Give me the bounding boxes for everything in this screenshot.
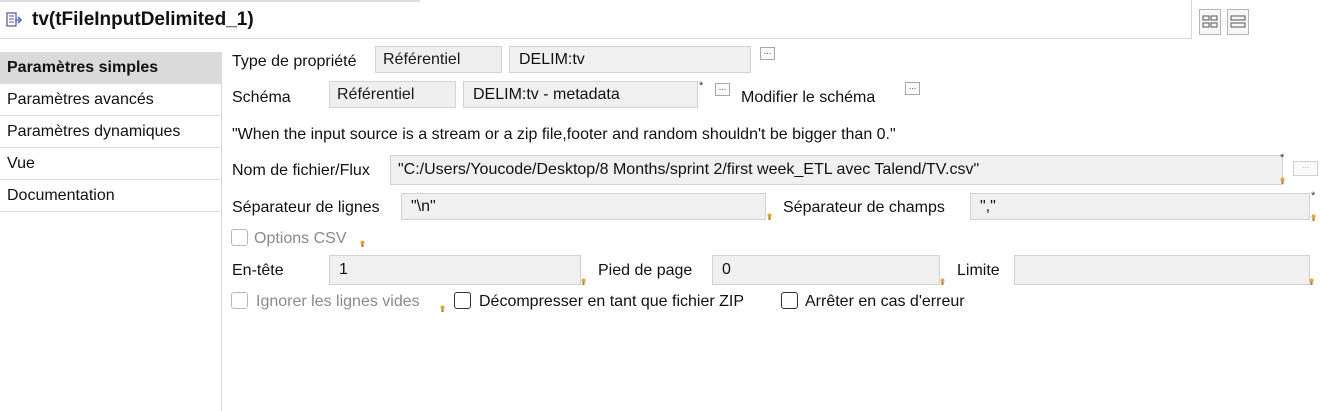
unzip-label: Décompresser en tant que fichier ZIP bbox=[479, 293, 745, 310]
footer-field[interactable]: 0 bbox=[712, 255, 940, 285]
schema-type-select[interactable]: Référentiel bbox=[329, 81, 456, 108]
field-separator-field[interactable]: "," bbox=[970, 193, 1310, 220]
sidebar-item-documentation[interactable]: Documentation bbox=[0, 180, 221, 212]
field-separator-hint-icon bbox=[1311, 214, 1316, 221]
sidebar-item-advanced-settings[interactable]: Paramètres avancés bbox=[0, 84, 221, 116]
grid-layout-button[interactable] bbox=[1199, 9, 1221, 35]
csv-options-checkbox[interactable] bbox=[231, 229, 248, 246]
limit-label: Limite bbox=[957, 262, 1000, 279]
csv-options-label: Options CSV bbox=[254, 230, 347, 247]
schema-type-mode: Référentiel bbox=[337, 86, 415, 103]
limit-hint-icon bbox=[1309, 278, 1314, 285]
component-input-icon bbox=[6, 12, 23, 27]
unzip-checkbox[interactable] bbox=[454, 292, 471, 309]
edit-schema-button[interactable]: ... bbox=[905, 82, 920, 95]
schema-label: Schéma bbox=[232, 89, 291, 106]
limit-field[interactable] bbox=[1014, 255, 1310, 285]
sidebar-item-dynamic-settings[interactable]: Paramètres dynamiques bbox=[0, 116, 221, 148]
skip-empty-rows-hint-icon bbox=[440, 305, 445, 312]
filename-label: Nom de fichier/Flux bbox=[232, 162, 370, 179]
list-layout-button[interactable] bbox=[1227, 9, 1249, 35]
header-field[interactable]: 1 bbox=[329, 255, 581, 285]
property-type-select[interactable]: Référentiel bbox=[375, 46, 502, 73]
settings-sidebar: Paramètres simples Paramètres avancés Pa… bbox=[0, 52, 222, 411]
csv-options-hint-icon bbox=[360, 240, 365, 247]
field-separator-label: Séparateur de champs bbox=[783, 199, 945, 216]
filename-required-mark: * bbox=[1280, 152, 1285, 164]
list-layout-icon bbox=[1230, 15, 1246, 28]
property-type-label: Type de propriété bbox=[232, 53, 357, 70]
skip-empty-rows-label: Ignorer les lignes vides bbox=[256, 293, 420, 310]
input-source-note: "When the input source is a stream or a … bbox=[232, 126, 896, 143]
filename-field[interactable]: "C:/Users/Youcode/Desktop/8 Months/sprin… bbox=[390, 155, 1283, 185]
sidebar-item-basic-settings[interactable]: Paramètres simples bbox=[0, 52, 221, 84]
footer-label: Pied de page bbox=[598, 262, 693, 279]
row-separator-field[interactable]: "\n" bbox=[401, 193, 766, 220]
die-on-error-label: Arrêter en cas d'erreur bbox=[805, 293, 965, 310]
header-label: En-tête bbox=[232, 262, 284, 279]
schema-ellipsis-button[interactable]: ... bbox=[715, 83, 730, 96]
skip-empty-rows-checkbox[interactable] bbox=[231, 292, 248, 309]
filename-hint-icon bbox=[1280, 177, 1285, 184]
property-repository-field[interactable]: DELIM:tv bbox=[509, 46, 751, 73]
grid-layout-icon bbox=[1202, 15, 1218, 28]
header-hint-icon bbox=[581, 278, 586, 285]
schema-repository-field[interactable]: DELIM:tv - metadata bbox=[463, 81, 698, 108]
property-ellipsis-button[interactable]: ... bbox=[760, 47, 775, 60]
property-type-mode: Référentiel bbox=[383, 51, 461, 68]
filename-browse-button[interactable]: ... bbox=[1293, 161, 1318, 176]
field-separator-required-mark: * bbox=[1311, 190, 1316, 202]
component-title: tv(tFileInputDelimited_1) bbox=[32, 9, 254, 30]
sidebar-item-view[interactable]: Vue bbox=[0, 148, 221, 180]
edit-schema-label: Modifier le schéma bbox=[741, 89, 876, 106]
row-separator-label: Séparateur de lignes bbox=[232, 199, 380, 216]
die-on-error-checkbox[interactable] bbox=[781, 292, 798, 309]
schema-required-mark: * bbox=[699, 80, 704, 92]
footer-hint-icon bbox=[940, 278, 945, 285]
row-separator-hint-icon bbox=[767, 213, 772, 220]
